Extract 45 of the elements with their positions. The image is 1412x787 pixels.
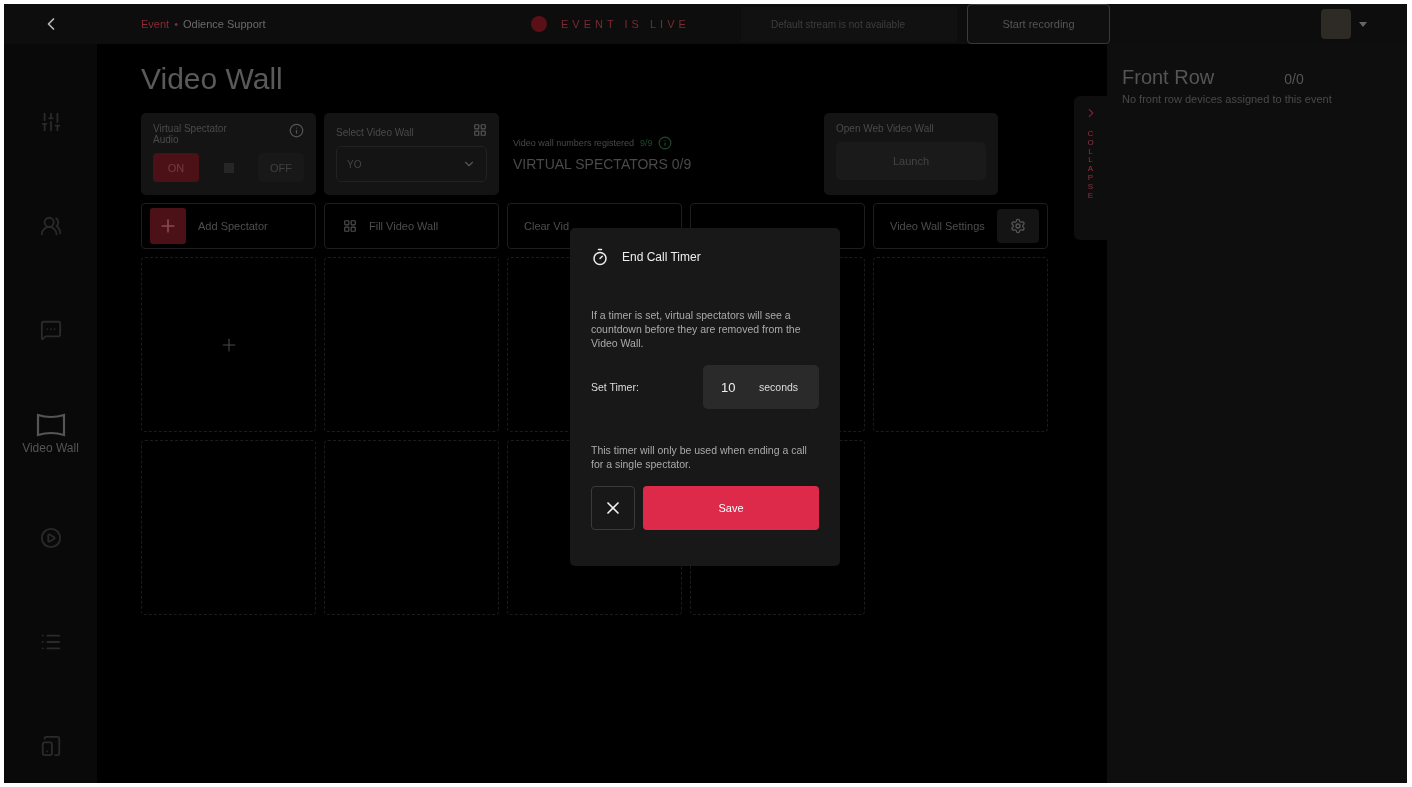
front-row-count: 0/0 <box>1284 71 1304 87</box>
dialog-note: This timer will only be used when ending a call for a single spectator. <box>591 443 808 471</box>
timer-field[interactable]: 10 seconds <box>703 365 819 409</box>
settings-icon <box>1009 218 1026 234</box>
sidebar-item[interactable]: Video Wall <box>4 382 97 486</box>
registered-label: Video wall numbers registered <box>513 138 634 148</box>
start-recording-button[interactable]: Start recording <box>967 4 1110 44</box>
empty-tile[interactable] <box>324 257 499 432</box>
device-icon <box>39 735 62 757</box>
breadcrumb-link[interactable]: Event <box>141 18 170 30</box>
add-spectator-button[interactable]: Add Spectator <box>141 203 316 249</box>
timer-unit: seconds <box>759 381 799 393</box>
caret-icon[interactable] <box>1359 21 1367 27</box>
sliders-icon <box>39 111 62 133</box>
info-icon[interactable] <box>658 136 673 150</box>
play-circle-icon <box>39 527 62 549</box>
panel-title: Front Row <box>1122 66 1215 89</box>
stopwatch-icon <box>591 248 609 266</box>
video-wall-settings-button[interactable]: Video Wall Settings <box>873 203 1048 249</box>
breadcrumb-separator: • <box>174 18 178 30</box>
empty-tile[interactable] <box>873 257 1048 432</box>
close-button[interactable] <box>591 486 635 530</box>
timer-input[interactable]: 10 <box>721 379 745 395</box>
timer-label: Set Timer: <box>591 381 639 393</box>
breadcrumb-current: Odience Support <box>183 18 266 30</box>
collapse-tab[interactable]: COLLAPSE <box>1074 96 1107 240</box>
curved-screen-icon <box>35 413 66 437</box>
grid-icon <box>473 123 487 137</box>
avatar-placeholder[interactable] <box>1321 9 1351 39</box>
empty-tile[interactable] <box>141 440 316 615</box>
dialog-title: End Call Timer <box>622 250 701 264</box>
registered-count: 9/9 <box>639 138 653 148</box>
live-dot <box>531 16 547 32</box>
dialog-description: If a timer is set, virtual spectators will see a countdown before they are removed from the Video Wall. <box>591 308 802 350</box>
chat-icon <box>39 319 62 341</box>
page-title: Video Wall <box>141 62 284 96</box>
empty-tile[interactable] <box>324 440 499 615</box>
info-icon[interactable] <box>289 123 304 138</box>
grid-icon <box>343 219 357 233</box>
live-status: EVENT IS LIVE <box>561 18 690 30</box>
add-tile[interactable] <box>141 257 316 432</box>
users-icon <box>39 215 62 237</box>
save-button[interactable]: Save <box>643 486 819 530</box>
spectator-count: VIRTUAL SPECTATORS 0/9 <box>513 156 693 172</box>
fill-video-wall-button[interactable]: Fill Video Wall <box>324 203 499 249</box>
